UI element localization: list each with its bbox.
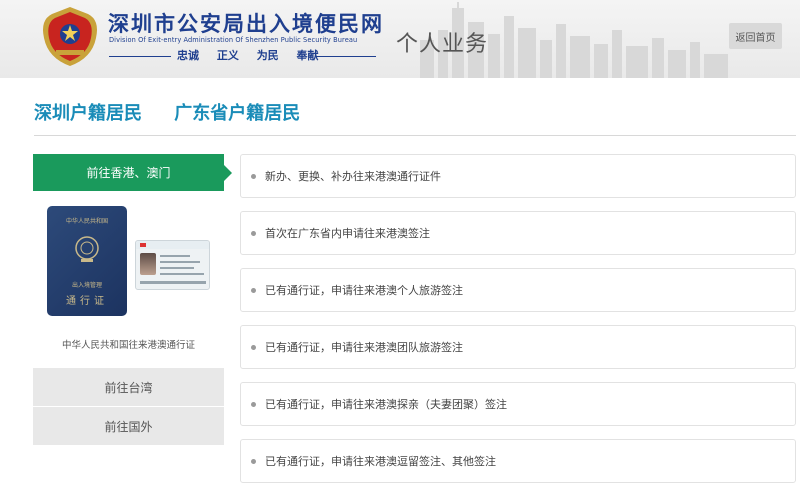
- motto-word: 正义: [216, 49, 239, 62]
- service-label: 已有通行证，申请往来港澳团队旅游签注: [265, 341, 463, 354]
- flag-icon: [140, 243, 146, 247]
- document-caption: 中华人民共和国往来港澳通行证: [61, 340, 195, 351]
- motto: 忠诚 正义 为民 奉献: [177, 47, 333, 63]
- service-item[interactable]: 已有通行证，申请往来港澳逗留签注、其他签注: [240, 439, 796, 483]
- sidebar-item-abroad[interactable]: 前往国外: [33, 407, 224, 445]
- bullet-icon: [251, 401, 256, 407]
- service-item[interactable]: 已有通行证，申请往来港澳个人旅游签注: [240, 268, 796, 312]
- service-label: 已有通行证，申请往来港澳探亲（夫妻团聚）签注: [265, 398, 507, 411]
- service-item[interactable]: 已有通行证，申请往来港澳团队旅游签注: [240, 325, 796, 369]
- passport-bottom-text: 通行证: [66, 296, 108, 307]
- motto-word: 为民: [256, 49, 279, 62]
- service-item[interactable]: 首次在广东省内申请往来港澳签注: [240, 211, 796, 255]
- motto-divider-left: [109, 56, 171, 57]
- site-header: 深圳市公安局出入境便民网 Division Of Exit-entry Admi…: [0, 0, 800, 78]
- card-text-line: [160, 273, 204, 275]
- card-header-strip: [136, 241, 209, 249]
- card-text-line: [160, 267, 194, 269]
- card-text-line: [160, 261, 200, 263]
- home-button[interactable]: 返回首页: [729, 23, 782, 49]
- bullet-icon: [251, 173, 256, 179]
- active-item-arrow-icon: [224, 165, 232, 181]
- service-item[interactable]: 已有通行证，申请往来港澳探亲（夫妻团聚）签注: [240, 382, 796, 426]
- card-mrz-line: [140, 281, 206, 284]
- sidebar-item-hongkong-macau[interactable]: 前往香港、澳门: [33, 154, 224, 191]
- site-subtitle: Division Of Exit-entry Administration Of…: [109, 36, 358, 44]
- sidebar-item-taiwan[interactable]: 前往台湾: [33, 368, 224, 406]
- card-photo: [140, 253, 156, 275]
- tab-guangdong-residents[interactable]: 广东省户籍居民: [174, 99, 300, 125]
- permit-card-image: [135, 240, 210, 290]
- card-text-line: [160, 255, 190, 257]
- service-item[interactable]: 新办、更换、补办往来港澳通行证件: [240, 154, 796, 198]
- passport-top-text: 中华人民共和国: [65, 218, 108, 225]
- passport-mid-text: 出入境管理: [71, 282, 102, 289]
- service-label: 新办、更换、补办往来港澳通行证件: [265, 170, 441, 183]
- residency-category-tabs: 深圳户籍居民 广东省户籍居民: [34, 99, 326, 125]
- motto-word: 奉献: [296, 49, 319, 62]
- service-label: 已有通行证，申请往来港澳个人旅游签注: [265, 284, 463, 297]
- bullet-icon: [251, 344, 256, 350]
- service-label: 已有通行证，申请往来港澳逗留签注、其他签注: [265, 455, 496, 468]
- tab-shenzhen-residents[interactable]: 深圳户籍居民: [34, 99, 142, 125]
- bullet-icon: [251, 230, 256, 236]
- national-emblem-icon: [75, 236, 99, 262]
- bullet-icon: [251, 287, 256, 293]
- divider: [34, 135, 796, 136]
- motto-word: 忠诚: [177, 49, 199, 62]
- police-emblem-logo: [43, 7, 97, 66]
- service-label: 首次在广东省内申请往来港澳签注: [265, 227, 430, 240]
- section-title: 个人业务: [396, 32, 489, 57]
- site-title: 深圳市公安局出入境便民网: [108, 12, 384, 36]
- bullet-icon: [251, 458, 256, 464]
- travel-permit-booklet-image: 中华人民共和国 出入境管理 通行证: [47, 206, 127, 316]
